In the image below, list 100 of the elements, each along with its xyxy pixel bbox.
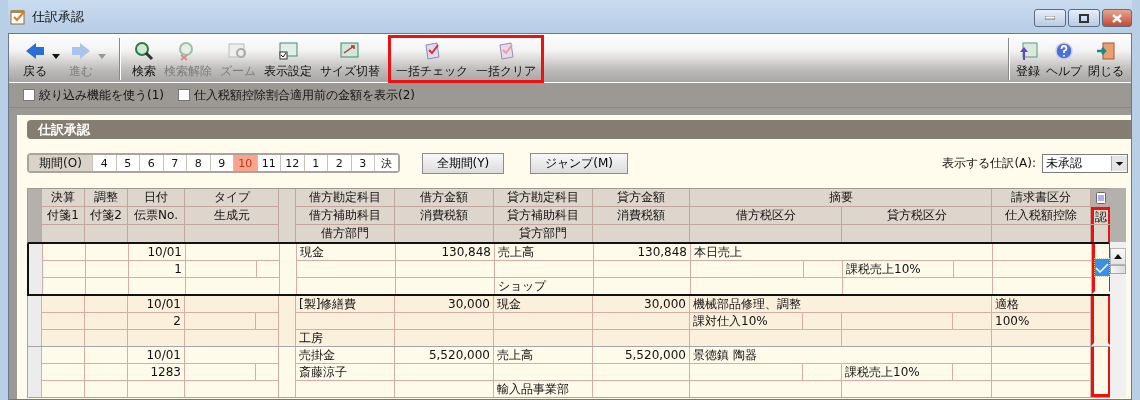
table-cell — [256, 364, 278, 380]
column-header: 貸方勘定科目 — [494, 189, 592, 206]
table-cell: 1 — [129, 261, 185, 277]
table-cell: 30,000 — [593, 296, 689, 312]
table-cell: 130,848 — [396, 244, 494, 260]
table-cell: 景徳鎮 陶器 — [690, 347, 991, 363]
column-header: 決算 — [42, 189, 84, 206]
register-button[interactable]: 登録 — [1013, 38, 1043, 80]
table-cell — [954, 261, 992, 277]
column-header: 借方勘定科目 — [296, 189, 394, 206]
check-button[interactable]: 一括チェック — [393, 38, 471, 80]
minimize-icon[interactable] — [1045, 16, 1055, 20]
table-cell: 30,000 — [395, 296, 493, 312]
column-header: 認 — [1091, 207, 1111, 224]
table-cell: 斎藤涼子 — [296, 364, 394, 380]
table-cell — [42, 330, 84, 346]
close-button[interactable]: 閉じる — [1085, 38, 1127, 80]
display-button[interactable]: 表示設定 — [261, 38, 315, 80]
table-cell — [85, 330, 127, 346]
journal-entry[interactable]: 10/01 売掛金 5,520,000 売上高 5,520,000 景徳鎮 陶器 1283 斎藤涼子 課税売上10% 輸入品事業部 — [27, 347, 1110, 398]
table-cell — [42, 296, 84, 312]
size-button[interactable]: サイズ切替 — [317, 38, 383, 80]
table-cell — [256, 313, 278, 329]
table-cell — [85, 364, 127, 380]
help-button[interactable]: ヘルプ — [1043, 38, 1085, 80]
column-header: 消費税額 — [395, 207, 493, 224]
table-cell — [86, 261, 128, 277]
search-button[interactable]: 検索 — [129, 38, 159, 80]
checkbox[interactable] — [178, 89, 190, 101]
table-cell: 5,520,000 — [593, 347, 689, 363]
column-header: 仕入税額控除 — [992, 207, 1090, 224]
maximize-icon[interactable] — [1079, 13, 1089, 23]
column-header: 伝票No. — [128, 207, 184, 224]
column-header: 生成元 — [185, 207, 278, 224]
table-cell — [257, 261, 279, 277]
column-header: 借方税区分 — [690, 207, 841, 224]
table-cell: 本日売上 — [691, 244, 992, 260]
table-cell — [85, 347, 127, 363]
minimize-button[interactable] — [1034, 9, 1066, 27]
checkbox[interactable] — [23, 89, 35, 101]
table-cell: 130,848 — [594, 244, 690, 260]
approval-checkbox[interactable] — [1095, 259, 1109, 276]
column-header: 摘要 — [690, 189, 991, 206]
column-header: 日付 — [128, 189, 184, 206]
filter-dropdown[interactable]: 未承認 — [1042, 153, 1128, 173]
table-cell — [43, 278, 85, 294]
up-arrow-icon[interactable] — [1114, 254, 1122, 259]
caret-icon[interactable] — [52, 53, 60, 59]
journal-entry[interactable]: 10/01 現金 130,848 売上高 130,848 本日売上 1 課税売上10% ショップ — [27, 244, 1110, 296]
table-cell — [804, 261, 842, 277]
clear-button[interactable]: 一括クリア — [473, 38, 539, 80]
table-cell: 現金 — [494, 296, 592, 312]
notepad-icon — [10, 8, 26, 25]
table-cell — [953, 364, 991, 380]
table-cell — [185, 313, 255, 329]
scroll-up-button[interactable] — [1110, 248, 1126, 265]
period-button[interactable]: 全期間(Y) — [421, 152, 505, 174]
header-cell — [128, 225, 184, 242]
scrollbar[interactable] — [1110, 188, 1126, 398]
column-header: 貸方補助科目 — [494, 207, 592, 224]
close-button[interactable] — [1102, 9, 1132, 27]
panel-title: 仕訳承認 — [27, 120, 1131, 139]
back-button[interactable]: 戻る — [20, 38, 50, 80]
table-cell: 売上高 — [494, 347, 592, 363]
window-title: 仕訳承認 — [32, 7, 85, 26]
table-cell: 工房 — [296, 330, 394, 346]
table-cell: 100% — [992, 313, 1090, 329]
table-cell — [185, 364, 255, 380]
header-cell — [1091, 225, 1111, 242]
table-cell: 現金 — [297, 244, 395, 260]
table-cell — [803, 364, 841, 380]
register-icon — [1017, 41, 1039, 61]
table-cell: 機械部品修理、調整 — [690, 296, 991, 312]
table-cell — [128, 330, 184, 346]
period-button[interactable]: ジャンプ(M) — [530, 152, 628, 174]
table-cell: 売掛金 — [296, 347, 394, 363]
forward-icon — [70, 41, 92, 61]
header-cell — [28, 189, 41, 242]
table-cell — [42, 347, 84, 363]
table-cell — [85, 296, 127, 312]
caret-icon — [1111, 155, 1127, 171]
table-cell — [803, 313, 841, 329]
column-header: 貸方税区分 — [842, 207, 991, 224]
scrollbar-thumb[interactable] — [1110, 265, 1126, 274]
period-tab[interactable]: 決 — [374, 155, 398, 171]
header-cell — [42, 225, 84, 242]
table-cell — [42, 364, 84, 380]
table-cell — [43, 244, 85, 260]
filter-label: 表示する仕訳(A): — [942, 154, 1036, 172]
table-cell — [43, 261, 85, 277]
journal-entry[interactable]: 10/01 [製]修繕費 30,000 現金 30,000 機械部品修理、調整 適格 2 課対仕入10% 100% 工房 — [27, 296, 1110, 347]
table-cell: 売上高 — [495, 244, 593, 260]
table-cell: [製]修繕費 — [296, 296, 394, 312]
table-cell: 10/01 — [128, 347, 184, 363]
close-icon[interactable] — [1112, 13, 1122, 23]
size-icon — [339, 41, 361, 61]
maximize-button[interactable] — [1068, 9, 1100, 27]
table-cell: 5,520,000 — [395, 347, 493, 363]
column-header: 借方金額 — [395, 189, 493, 206]
table-cell: ショップ — [495, 278, 593, 294]
